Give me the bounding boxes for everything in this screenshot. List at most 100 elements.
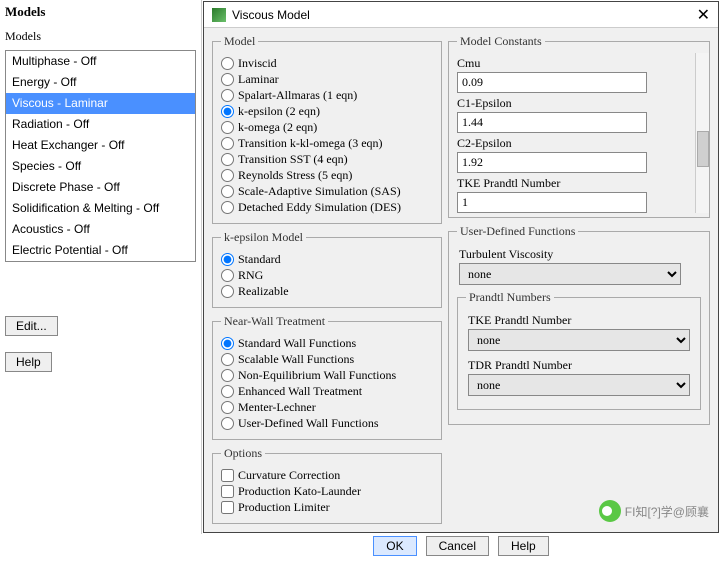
radio-label: Non-Equilibrium Wall Functions: [238, 367, 396, 383]
radio-input[interactable]: [221, 385, 234, 398]
radio-input[interactable]: [221, 137, 234, 150]
cancel-button[interactable]: Cancel: [426, 536, 489, 556]
list-item[interactable]: Heat Exchanger - Off: [6, 135, 195, 156]
edit-button[interactable]: Edit...: [5, 316, 58, 336]
radio-input[interactable]: [221, 269, 234, 282]
check-row[interactable]: Curvature Correction: [221, 467, 433, 483]
constant-label: Cmu: [457, 56, 695, 71]
list-item[interactable]: Solidification & Melting - Off: [6, 198, 195, 219]
radio-input[interactable]: [221, 401, 234, 414]
radio-label: Scalable Wall Functions: [238, 351, 354, 367]
constants-scrollbar[interactable]: [695, 53, 709, 213]
radio-row[interactable]: Realizable: [221, 283, 433, 299]
radio-row[interactable]: RNG: [221, 267, 433, 283]
prandtl-numbers-group: Prandtl Numbers TKE Prandtl Number none …: [457, 290, 701, 410]
constant-input[interactable]: [457, 192, 647, 213]
radio-row[interactable]: Scale-Adaptive Simulation (SAS): [221, 183, 433, 199]
radio-input[interactable]: [221, 185, 234, 198]
radio-label: Realizable: [238, 283, 289, 299]
scroll-thumb[interactable]: [697, 131, 709, 167]
turb-visc-select[interactable]: none: [459, 263, 681, 285]
radio-input[interactable]: [221, 253, 234, 266]
list-item[interactable]: Discrete Phase - Off: [6, 177, 195, 198]
radio-row[interactable]: User-Defined Wall Functions: [221, 415, 433, 431]
radio-label: k-epsilon (2 eqn): [238, 103, 320, 119]
radio-row[interactable]: Inviscid: [221, 55, 433, 71]
list-item[interactable]: Electric Potential - Off: [6, 240, 195, 261]
udf-group: User-Defined Functions Turbulent Viscosi…: [448, 224, 710, 425]
radio-label: Reynolds Stress (5 eqn): [238, 167, 352, 183]
help-button-panel[interactable]: Help: [5, 352, 52, 372]
ke-model-legend: k-epsilon Model: [221, 230, 306, 245]
models-list[interactable]: Multiphase - OffEnergy - OffViscous - La…: [5, 50, 196, 262]
viscous-model-dialog: Viscous Model ✕ Model InviscidLaminarSpa…: [203, 1, 719, 533]
radio-input[interactable]: [221, 89, 234, 102]
constant-label: TKE Prandtl Number: [457, 176, 695, 191]
radio-label: Spalart-Allmaras (1 eqn): [238, 87, 357, 103]
radio-input[interactable]: [221, 369, 234, 382]
near-wall-group: Near-Wall Treatment Standard Wall Functi…: [212, 314, 442, 440]
model-legend: Model: [221, 34, 258, 49]
close-icon[interactable]: ✕: [697, 5, 710, 25]
radio-row[interactable]: k-omega (2 eqn): [221, 119, 433, 135]
radio-input[interactable]: [221, 353, 234, 366]
radio-input[interactable]: [221, 337, 234, 350]
tke-prandtl-select[interactable]: none: [468, 329, 690, 351]
list-item[interactable]: Multiphase - Off: [6, 51, 195, 72]
radio-label: Menter-Lechner: [238, 399, 316, 415]
wechat-icon: [599, 500, 621, 522]
check-input[interactable]: [221, 469, 234, 482]
watermark: FI知[?]学@顾襄: [599, 500, 709, 522]
app-icon: [212, 8, 226, 22]
radio-label: Standard Wall Functions: [238, 335, 356, 351]
radio-row[interactable]: Standard: [221, 251, 433, 267]
radio-label: Transition SST (4 eqn): [238, 151, 348, 167]
tdr-prandtl-label: TDR Prandtl Number: [468, 358, 692, 373]
constant-input[interactable]: [457, 152, 647, 173]
models-panel: Models Models Multiphase - OffEnergy - O…: [0, 0, 202, 534]
list-item[interactable]: Viscous - Laminar: [6, 93, 195, 114]
ok-button[interactable]: OK: [373, 536, 416, 556]
radio-row[interactable]: Standard Wall Functions: [221, 335, 433, 351]
radio-row[interactable]: Non-Equilibrium Wall Functions: [221, 367, 433, 383]
list-item[interactable]: Species - Off: [6, 156, 195, 177]
radio-row[interactable]: Detached Eddy Simulation (DES): [221, 199, 433, 215]
radio-input[interactable]: [221, 153, 234, 166]
radio-input[interactable]: [221, 105, 234, 118]
help-button-dialog[interactable]: Help: [498, 536, 549, 556]
check-row[interactable]: Production Kato-Launder: [221, 483, 433, 499]
ke-model-group: k-epsilon Model StandardRNGRealizable: [212, 230, 442, 308]
radio-label: Detached Eddy Simulation (DES): [238, 199, 401, 215]
list-item[interactable]: Radiation - Off: [6, 114, 195, 135]
radio-row[interactable]: Transition SST (4 eqn): [221, 151, 433, 167]
prandtl-legend: Prandtl Numbers: [466, 290, 554, 305]
radio-row[interactable]: Reynolds Stress (5 eqn): [221, 167, 433, 183]
radio-row[interactable]: Laminar: [221, 71, 433, 87]
list-item[interactable]: Energy - Off: [6, 72, 195, 93]
check-row[interactable]: Production Limiter: [221, 499, 433, 515]
models-title: Models: [0, 0, 201, 24]
check-input[interactable]: [221, 485, 234, 498]
tdr-prandtl-select[interactable]: none: [468, 374, 690, 396]
dialog-title: Viscous Model: [232, 8, 697, 22]
radio-row[interactable]: Spalart-Allmaras (1 eqn): [221, 87, 433, 103]
radio-input[interactable]: [221, 201, 234, 214]
radio-input[interactable]: [221, 57, 234, 70]
radio-row[interactable]: Menter-Lechner: [221, 399, 433, 415]
check-input[interactable]: [221, 501, 234, 514]
radio-input[interactable]: [221, 73, 234, 86]
radio-row[interactable]: Enhanced Wall Treatment: [221, 383, 433, 399]
radio-input[interactable]: [221, 285, 234, 298]
radio-row[interactable]: Scalable Wall Functions: [221, 351, 433, 367]
constant-input[interactable]: [457, 112, 647, 133]
radio-input[interactable]: [221, 417, 234, 430]
list-item[interactable]: Acoustics - Off: [6, 219, 195, 240]
radio-input[interactable]: [221, 169, 234, 182]
dialog-titlebar: Viscous Model ✕: [204, 2, 718, 28]
radio-row[interactable]: Transition k-kl-omega (3 eqn): [221, 135, 433, 151]
radio-row[interactable]: k-epsilon (2 eqn): [221, 103, 433, 119]
constant-input[interactable]: [457, 72, 647, 93]
radio-input[interactable]: [221, 121, 234, 134]
radio-label: k-omega (2 eqn): [238, 119, 317, 135]
options-group: Options Curvature CorrectionProduction K…: [212, 446, 442, 524]
